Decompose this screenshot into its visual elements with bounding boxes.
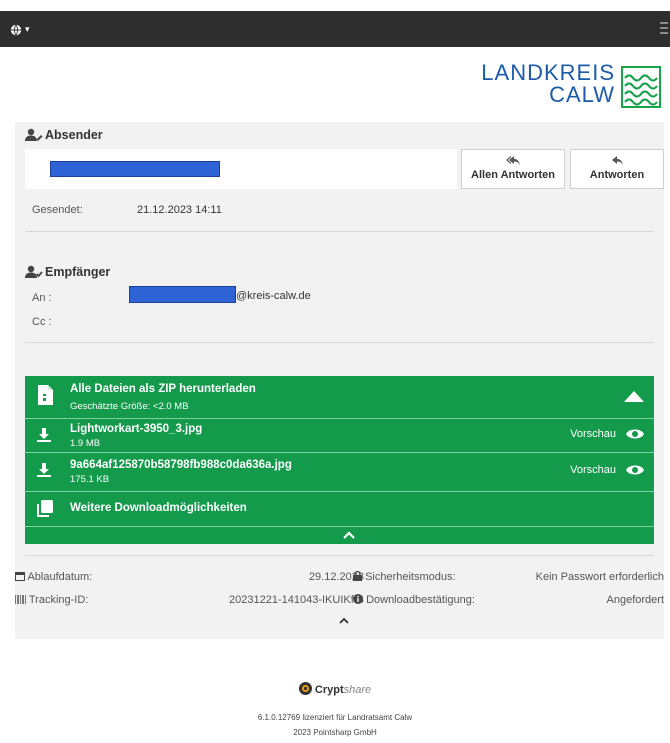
security-label: Sicherheitsmodus: [353, 570, 456, 583]
file-size: 1.9 MB [70, 438, 101, 449]
copyright-text: 2023 Pointsharp GmbH [293, 728, 377, 737]
info-icon [353, 594, 363, 604]
logo-line-2: CALW [549, 82, 615, 107]
to-label: An : [32, 292, 52, 304]
preview-label: Vorschau [570, 464, 616, 476]
waves-logo-icon [621, 66, 661, 108]
divider [25, 555, 654, 556]
license-text: 6.1.0.12769 lizenziert für Landratsamt C… [257, 713, 413, 722]
reply-button[interactable]: Antworten [570, 149, 664, 189]
collapse-up-icon[interactable] [624, 390, 644, 402]
download-icon[interactable] [37, 463, 51, 477]
message-panel: Absender Allen Antworten Antworten Gesen… [15, 122, 664, 639]
reply-all-icon [506, 156, 520, 166]
cryptshare-logo-icon [298, 682, 312, 695]
cc-label: Cc : [32, 316, 52, 328]
collapse-bar[interactable] [25, 527, 654, 544]
menu-icon[interactable] [660, 19, 668, 37]
eye-icon [626, 429, 644, 439]
tracking-label: Tracking-ID: [15, 594, 88, 606]
divider [25, 342, 654, 343]
top-bar: ▾ [0, 11, 670, 47]
sent-label: Gesendet: [32, 204, 83, 216]
eye-icon [626, 465, 644, 475]
reply-icon [612, 156, 623, 166]
redacted-sender [50, 161, 220, 177]
file-row[interactable]: Lightworkart-3950_3.jpg 1.9 MB Vorschau [25, 419, 654, 452]
file-row[interactable]: 9a664af125870b58798fb988c0da636a.jpg 175… [25, 453, 654, 491]
reply-all-label: Allen Antworten [471, 169, 555, 181]
cryptshare-logo: Cryptshare [0, 682, 670, 696]
sender-title: Absender [45, 128, 103, 142]
reply-all-button[interactable]: Allen Antworten [461, 149, 565, 189]
copy-icon [37, 500, 53, 517]
recipients-title: Empfänger [45, 265, 111, 279]
file-size: 175.1 KB [70, 474, 110, 485]
security-label-text: Sicherheitsmodus: [365, 571, 456, 583]
user-check-icon [25, 265, 43, 278]
sender-field [25, 149, 457, 189]
recipients-heading: Empfänger [25, 265, 110, 279]
zip-download-title: Alle Dateien als ZIP herunterladen [70, 383, 256, 395]
zip-download-row[interactable]: Alle Dateien als ZIP herunterladen Gesch… [25, 376, 654, 418]
preview-button[interactable]: Vorschau [570, 464, 644, 476]
confirm-value: Angefordert [606, 594, 664, 606]
brand-light: share [343, 684, 372, 696]
more-downloads-row[interactable]: Weitere Downloadmöglichkeiten [25, 492, 654, 526]
sender-heading: Absender [25, 128, 103, 142]
preview-label: Vorschau [570, 428, 616, 440]
calendar-icon [15, 572, 25, 581]
redacted-recipient [129, 286, 236, 303]
expiry-label-text: Ablaufdatum: [27, 571, 93, 583]
landkreis-calw-logo: LANDKREIS CALW [461, 62, 661, 112]
tracking-value: 20231221-141043-IKUIKffB [229, 594, 364, 606]
zip-size: Geschätzte Größe: <2.0 MB [70, 401, 189, 412]
tracking-label-text: Tracking-ID: [28, 594, 89, 606]
logo-line-1: LANDKREIS [481, 60, 615, 85]
recipient-domain: @kreis-calw.de [236, 290, 311, 302]
chevron-up-icon[interactable] [343, 531, 355, 539]
confirm-label-text: Downloadbestätigung: [366, 594, 475, 606]
globe-icon [10, 24, 22, 35]
security-value: Kein Passwort erforderlich [535, 571, 664, 583]
sent-value: 21.12.2023 14:11 [137, 204, 222, 216]
lock-icon [353, 570, 362, 581]
file-zip-icon [38, 385, 53, 405]
file-name[interactable]: Lightworkart-3950_3.jpg [70, 423, 202, 435]
more-downloads-label: Weitere Downloadmöglichkeiten [70, 502, 247, 514]
chevron-down-icon: ▾ [25, 24, 30, 35]
reply-label: Antworten [589, 169, 645, 181]
divider [25, 231, 654, 232]
download-icon[interactable] [37, 428, 51, 442]
language-selector[interactable]: ▾ [10, 21, 30, 36]
barcode-icon [15, 595, 26, 604]
brand-bold: Crypt [314, 684, 344, 696]
confirm-label: Downloadbestätigung: [353, 594, 475, 606]
expiry-label: Ablaufdatum: [15, 571, 92, 583]
file-name[interactable]: 9a664af125870b58798fb988c0da636a.jpg [70, 459, 292, 471]
user-edit-icon [25, 128, 43, 141]
preview-button[interactable]: Vorschau [570, 428, 644, 440]
chevron-up-icon[interactable] [339, 617, 349, 624]
